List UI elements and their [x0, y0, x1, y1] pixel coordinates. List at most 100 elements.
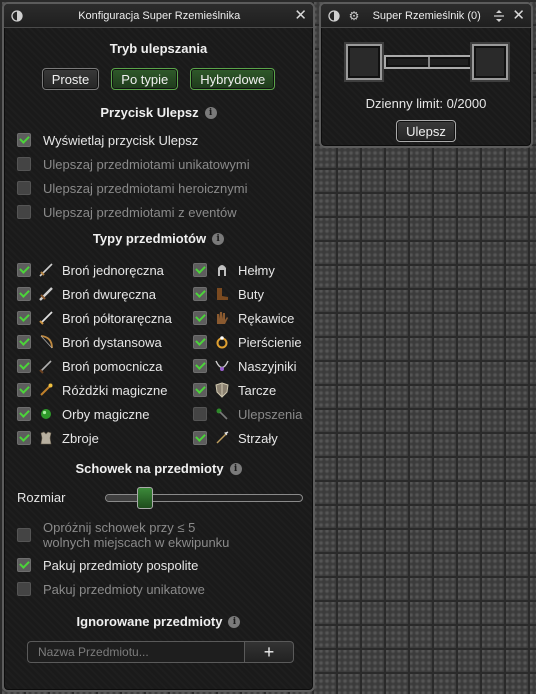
option-pack-unique[interactable]: Pakuj przedmioty unikatowe [4, 577, 313, 601]
info-icon[interactable]: i [228, 615, 241, 628]
checkbox[interactable] [193, 383, 207, 397]
crafter-count: (0) [467, 9, 481, 22]
checkbox[interactable] [17, 335, 31, 349]
type-label: Ulepszenia [238, 406, 303, 422]
type-gloves[interactable]: Rękawice [193, 306, 302, 330]
globe-icon[interactable] [327, 9, 341, 23]
greatsword-icon [38, 286, 54, 302]
type-ranged[interactable]: Broń dystansowa [17, 330, 193, 354]
checkbox[interactable] [17, 133, 31, 147]
type-wands[interactable]: Różdżki magiczne [17, 378, 193, 402]
type-label: Buty [238, 286, 265, 302]
checkbox[interactable] [17, 383, 31, 397]
crafter-slots [321, 38, 531, 92]
mode-simple-button[interactable]: Proste [41, 68, 100, 90]
type-helmets[interactable]: Hełmy [193, 258, 302, 282]
source-item-slot[interactable] [346, 44, 382, 80]
checkbox[interactable] [193, 431, 207, 445]
checkbox[interactable] [17, 263, 31, 277]
type-one-and-half[interactable]: Broń półtoraręczna [17, 306, 193, 330]
crafter-window: ⚙ Super Rzemieślnik (0) ✕ Dzienny limit:… [319, 2, 533, 148]
checkbox[interactable] [193, 287, 207, 301]
globe-icon[interactable] [10, 9, 24, 23]
crafter-title: Super Rzemieślnik (0) [361, 10, 492, 22]
type-label: Tarcze [238, 382, 277, 398]
checkbox[interactable] [17, 558, 31, 572]
crafter-titlebar[interactable]: ⚙ Super Rzemieślnik (0) ✕ [321, 4, 531, 28]
type-label: Strzały [238, 430, 278, 446]
type-one-handed[interactable]: Broń jednoręczna [17, 258, 193, 282]
info-icon[interactable]: i [212, 232, 225, 245]
upgrade-mode-title: Tryb ulepszania [4, 41, 313, 56]
checkbox[interactable] [17, 407, 31, 421]
type-two-handed[interactable]: Broń dwuręczna [17, 282, 193, 306]
type-arrows[interactable]: Strzały [193, 426, 302, 450]
option-heroic[interactable]: Ulepszaj przedmiotami heroicznymi [4, 176, 313, 200]
type-boots[interactable]: Buty [193, 282, 302, 306]
type-armor[interactable]: Zbroje [17, 426, 193, 450]
option-pack-common[interactable]: Pakuj przedmioty pospolite [4, 553, 313, 577]
shield-icon [214, 382, 230, 398]
type-upgrades[interactable]: Ulepszenia [193, 402, 302, 426]
checkbox[interactable] [193, 359, 207, 373]
checkbox[interactable] [17, 582, 31, 596]
stash-size-label: Rozmiar [17, 490, 66, 505]
type-label: Pierścienie [238, 334, 302, 350]
sword-icon [38, 262, 54, 278]
checkbox[interactable] [193, 311, 207, 325]
resize-icon[interactable] [492, 9, 506, 23]
type-label: Naszyjniki [238, 358, 297, 374]
option-empty-stash[interactable]: Opróżnij schowek przy ≤ 5 wolnych miejsca… [4, 517, 313, 553]
checkbox[interactable] [193, 407, 207, 421]
checkbox[interactable] [17, 528, 31, 542]
type-orbs[interactable]: Orby magiczne [17, 402, 193, 426]
upgrade-button[interactable]: Ulepsz [396, 120, 456, 142]
mode-by-type-button[interactable]: Po typie [111, 68, 179, 90]
info-icon[interactable]: i [229, 462, 242, 475]
stash-size-slider[interactable] [105, 486, 303, 509]
option-unique[interactable]: Ulepszaj przedmiotami unikatowymi [4, 152, 313, 176]
type-label: Broń jednoręczna [62, 262, 164, 278]
checkbox[interactable] [17, 359, 31, 373]
config-title: Konfiguracja Super Rzemieślnika [78, 9, 241, 22]
close-icon[interactable]: ✕ [512, 8, 525, 23]
mode-hybrid-button[interactable]: Hybrydowe [190, 68, 276, 90]
type-label: Broń półtoraręczna [62, 310, 172, 326]
stash-size-row: Rozmiar [4, 486, 313, 509]
info-icon[interactable]: i [204, 106, 217, 119]
option-label: Ulepszaj przedmiotami z eventów [43, 204, 237, 220]
config-titlebar[interactable]: Konfiguracja Super Rzemieślnika ✕ [4, 4, 313, 28]
option-show-upgrade[interactable]: Wyświetlaj przycisk Ulepsz [4, 128, 313, 152]
crafter-title-text: Super Rzemieślnik [372, 9, 465, 22]
checkbox[interactable] [193, 335, 207, 349]
option-event[interactable]: Ulepszaj przedmiotami z eventów [4, 200, 313, 224]
boots-icon [214, 286, 230, 302]
type-auxiliary[interactable]: Broń pomocnicza [17, 354, 193, 378]
option-label-line2: wolnych miejscach w ekwipunku [43, 535, 230, 550]
stash-title: Schowek na przedmioty i [4, 461, 313, 476]
checkbox[interactable] [193, 263, 207, 277]
gear-icon[interactable]: ⚙ [347, 9, 361, 23]
checkbox[interactable] [17, 157, 31, 171]
type-necklaces[interactable]: Naszyjniki [193, 354, 302, 378]
armor-icon [38, 430, 54, 446]
checkbox[interactable] [17, 287, 31, 301]
upgrade-mode-title-text: Tryb ulepszania [109, 41, 208, 56]
add-ignored-button[interactable]: + [244, 641, 294, 663]
wand-icon [38, 382, 54, 398]
target-item-slot[interactable] [472, 44, 508, 80]
orb-icon [38, 406, 54, 422]
checkbox[interactable] [17, 311, 31, 325]
type-label: Orby magiczne [62, 406, 150, 422]
checkbox[interactable] [17, 205, 31, 219]
slider-handle[interactable] [137, 486, 154, 509]
item-name-input[interactable] [27, 641, 244, 663]
item-types-grid: Broń jednoręczna Broń dwuręczna Broń pół… [4, 258, 313, 450]
checkbox[interactable] [17, 431, 31, 445]
checkbox[interactable] [17, 181, 31, 195]
close-icon[interactable]: ✕ [294, 8, 307, 23]
option-label: Ulepszaj przedmiotami heroicznymi [43, 180, 248, 196]
type-shields[interactable]: Tarcze [193, 378, 302, 402]
ignored-item-form: + [27, 641, 294, 663]
type-rings[interactable]: Pierścienie [193, 330, 302, 354]
